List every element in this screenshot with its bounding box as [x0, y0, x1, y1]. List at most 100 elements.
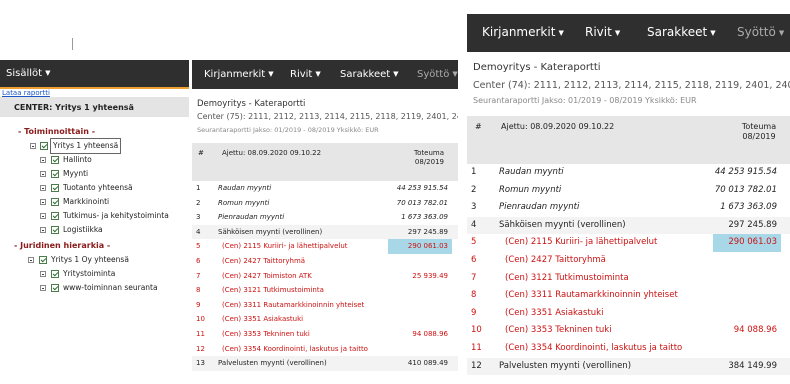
table-row[interactable]: 11 (Cen) 3354 Koordinointi, laskutus ja t… — [467, 340, 790, 358]
collapse-icon[interactable] — [30, 143, 36, 149]
expand-icon[interactable] — [40, 271, 46, 277]
report-subtitle: Center (74): 2111, 2112, 2113, 2114, 211… — [473, 80, 790, 91]
table-row[interactable]: 8 (Cen) 3311 Rautamarkkinoinnin yhteiset — [467, 287, 790, 305]
table-row[interactable]: 13 Palvelusten myynti (verollinen) 410 089… — [192, 356, 458, 371]
columns-menu[interactable]: Sarakkeet ▼ — [340, 69, 399, 80]
table-row[interactable]: 9 (Cen) 3351 Asiakastuki — [467, 305, 790, 323]
input-menu-label[interactable]: Syöttö — [417, 69, 449, 80]
table-row[interactable]: 4 Sähköisen myynti (verollinen) 297 245.89 — [192, 224, 458, 240]
tree-item-label[interactable]: Tuotanto yhteensä — [63, 181, 133, 195]
tree-item-label[interactable]: Markkinointi — [63, 195, 109, 209]
caret-down-icon: ▼ — [614, 29, 621, 37]
table-row[interactable]: 5 (Cen) 2115 Kuriiri- ja lähettipalvelut 2… — [192, 239, 458, 254]
tree-item-label[interactable]: Logistiikka — [63, 223, 103, 237]
tree-item-label[interactable]: Tutkimus- ja kehitystoiminta — [63, 209, 169, 223]
table-header: # Ajettu: 08.09.2020 09.10.22 Toteuma 08… — [192, 143, 458, 181]
row-number: 9 — [471, 307, 477, 318]
rows-menu[interactable]: Rivit ▼ — [585, 25, 620, 39]
table-row[interactable]: 11 (Cen) 3353 Tekninen tuki 94 088.96 — [192, 327, 458, 342]
checkbox-icon[interactable] — [51, 212, 59, 220]
tree-item[interactable]: www-toiminnan seuranta — [0, 281, 189, 295]
tree-item-label[interactable]: Myynti — [63, 167, 88, 181]
checkbox-icon[interactable] — [51, 226, 59, 234]
checkbox-icon[interactable] — [51, 184, 59, 192]
row-number: 7 — [196, 271, 201, 280]
bookmarks-menu[interactable]: Kirjanmerkit ▼ — [204, 69, 274, 80]
expand-icon[interactable] — [40, 185, 46, 191]
tree-item-label[interactable]: Hallinto — [63, 153, 92, 167]
bookmarks-menu-label[interactable]: Kirjanmerkit — [204, 69, 265, 80]
tree-item[interactable]: Yritys 1 Oy yhteensä — [0, 253, 189, 267]
report-subtitle: Center (75): 2111, 2112, 2113, 2114, 211… — [197, 112, 458, 121]
input-menu[interactable]: Syöttö ▼ — [417, 69, 458, 80]
tree-item-label[interactable]: Yritys 1 yhteensä — [49, 138, 122, 154]
table-row[interactable]: 1 Raudan myynti 44 253 915.54 — [192, 181, 458, 196]
columns-menu[interactable]: Sarakkeet ▼ — [647, 25, 716, 39]
expand-icon[interactable] — [40, 157, 46, 163]
row-label: Romun myynti — [499, 184, 562, 195]
tree-item-label[interactable]: www-toiminnan seuranta — [63, 281, 158, 295]
checkbox-icon[interactable] — [51, 284, 59, 292]
checkbox-icon[interactable] — [51, 170, 59, 178]
row-number: 11 — [196, 329, 205, 338]
checkbox-icon[interactable] — [51, 270, 59, 278]
rows-menu-label[interactable]: Rivit — [290, 69, 312, 80]
table-row[interactable]: 3 Pienraudan myynti 1 673 363.09 — [467, 199, 790, 217]
input-menu-label[interactable]: Syöttö — [737, 25, 776, 39]
tree-item[interactable]: Yritystoiminta — [0, 267, 189, 281]
run-date: Ajettu: 08.09.2020 09.10.22 — [222, 149, 322, 157]
table-row[interactable]: 3 Pienraudan myynti 1 673 363.09 — [192, 210, 458, 225]
table-row[interactable]: 12 (Cen) 3354 Koordinointi, laskutus ja t… — [192, 342, 458, 357]
checkbox-icon[interactable] — [39, 256, 47, 264]
table-row[interactable]: 1 Raudan myynti 44 253 915.54 — [467, 164, 790, 182]
table-row[interactable]: 2 Romun myynti 70 013 782.01 — [192, 196, 458, 211]
table-row[interactable]: 9 (Cen) 3311 Rautamarkkinoinnin yhteiset — [192, 298, 458, 313]
contents-menu[interactable]: Sisällöt ▼ — [0, 60, 189, 89]
expand-icon[interactable] — [40, 213, 46, 219]
bookmarks-menu[interactable]: Kirjanmerkit ▼ — [482, 25, 564, 39]
row-number: 10 — [471, 325, 482, 336]
tree-item-label[interactable]: Yritys 1 Oy yhteensä — [51, 253, 129, 267]
table-row[interactable]: 10 (Cen) 3353 Tekninen tuki 94 088.96 — [467, 322, 790, 340]
checkbox-icon[interactable] — [40, 142, 48, 150]
table-row[interactable]: 4 Sähköisen myynti (verollinen) 297 245.89 — [467, 216, 790, 235]
contents-panel: Sisällöt ▼ Lataa raportti CENTER: Yritys … — [0, 60, 189, 384]
caret-down-icon: ▼ — [452, 70, 458, 78]
table-row[interactable]: 7 (Cen) 2427 Toimiston ATK 25 939.49 — [192, 269, 458, 284]
tree-item[interactable]: Myynti — [0, 167, 189, 181]
tree-item-label[interactable]: Yritystoiminta — [63, 267, 115, 281]
row-label: (Cen) 3121 Tutkimustoiminta — [505, 272, 629, 283]
columns-menu-label[interactable]: Sarakkeet — [647, 25, 707, 39]
rows-menu-label[interactable]: Rivit — [585, 25, 612, 39]
row-value: 290 061.03 — [388, 239, 452, 254]
columns-menu-label[interactable]: Sarakkeet — [340, 69, 390, 80]
col-value-header: Toteuma — [741, 122, 777, 131]
tree-item[interactable]: Markkinointi — [0, 195, 189, 209]
bookmarks-menu-label[interactable]: Kirjanmerkit — [482, 25, 555, 39]
rows-menu[interactable]: Rivit ▼ — [290, 69, 321, 80]
expand-icon[interactable] — [40, 227, 46, 233]
row-value: 44 253 915.54 — [396, 184, 448, 192]
table-row[interactable]: 2 Romun myynti 70 013 782.01 — [467, 182, 790, 200]
table-row[interactable]: 7 (Cen) 3121 Tutkimustoiminta — [467, 270, 790, 288]
tree-item[interactable]: Tutkimus- ja kehitystoiminta — [0, 209, 189, 223]
checkbox-icon[interactable] — [51, 156, 59, 164]
expand-icon[interactable] — [40, 199, 46, 205]
expand-icon[interactable] — [40, 285, 46, 291]
table-row[interactable]: 6 (Cen) 2427 Taittoryhmä — [467, 252, 790, 270]
table-row[interactable]: 12 Palvelusten myynti (verollinen) 384 149… — [467, 357, 790, 376]
checkbox-icon[interactable] — [51, 198, 59, 206]
table-row[interactable]: 6 (Cen) 2427 Taittoryhmä — [192, 254, 458, 269]
input-menu[interactable]: Syöttö ▼ — [737, 25, 784, 39]
expand-icon[interactable] — [40, 171, 46, 177]
collapse-icon[interactable] — [28, 257, 34, 263]
row-value: 1 673 363.09 — [401, 213, 448, 222]
tree-item[interactable]: Tuotanto yhteensä — [0, 181, 189, 195]
table-row[interactable]: 5 (Cen) 2115 Kuriiri- ja lähettipalvelut 2… — [467, 234, 790, 252]
table-row[interactable]: 8 (Cen) 3121 Tutkimustoiminta — [192, 283, 458, 298]
contents-menu-label[interactable]: Sisällöt — [6, 68, 42, 79]
table-row[interactable]: 10 (Cen) 3351 Asiakastuki — [192, 312, 458, 327]
tree-item[interactable]: Yritys 1 yhteensä — [0, 138, 189, 154]
tree-item[interactable]: Hallinto — [0, 153, 189, 167]
tree-item[interactable]: Logistiikka — [0, 223, 189, 237]
